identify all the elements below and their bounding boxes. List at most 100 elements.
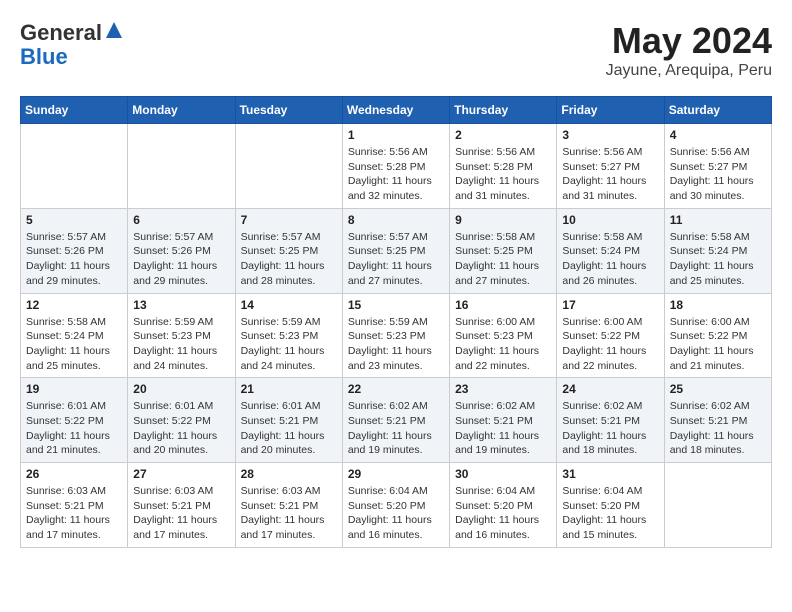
day-number: 19 — [26, 382, 122, 396]
calendar-cell — [664, 463, 771, 548]
calendar-cell: 30 Sunrise: 6:04 AMSunset: 5:20 PMDayligh… — [450, 463, 557, 548]
day-info: Sunrise: 5:57 AMSunset: 5:25 PMDaylight:… — [348, 230, 444, 289]
calendar-cell: 13 Sunrise: 5:59 AMSunset: 5:23 PMDayligh… — [128, 293, 235, 378]
calendar-cell: 5 Sunrise: 5:57 AMSunset: 5:26 PMDaylight… — [21, 208, 128, 293]
calendar-cell: 28Sunrise: 6:03 AMSunset: 5:21 PMDayligh… — [235, 463, 342, 548]
calendar-cell: 18 Sunrise: 6:00 AMSunset: 5:22 PMDayligh… — [664, 293, 771, 378]
calendar-cell — [235, 124, 342, 209]
calendar-cell: 8 Sunrise: 5:57 AMSunset: 5:25 PMDaylight… — [342, 208, 449, 293]
calendar-cell: 15 Sunrise: 5:59 AMSunset: 5:23 PMDayligh… — [342, 293, 449, 378]
day-info: Sunrise: 6:00 AMSunset: 5:22 PMDaylight:… — [562, 315, 658, 374]
day-header-saturday: Saturday — [664, 97, 771, 124]
calendar-cell: 6 Sunrise: 5:57 AMSunset: 5:26 PMDaylight… — [128, 208, 235, 293]
calendar-cell — [128, 124, 235, 209]
day-header-thursday: Thursday — [450, 97, 557, 124]
day-info: Sunrise: 5:58 AMSunset: 5:25 PMDaylight:… — [455, 230, 551, 289]
calendar-cell: 21Sunrise: 6:01 AMSunset: 5:21 PMDayligh… — [235, 378, 342, 463]
calendar-cell: 16 Sunrise: 6:00 AMSunset: 5:23 PMDayligh… — [450, 293, 557, 378]
calendar-cell: 29Sunrise: 6:04 AMSunset: 5:20 PMDayligh… — [342, 463, 449, 548]
day-info: Sunrise: 6:04 AMSunset: 5:20 PMDaylight:… — [455, 484, 551, 543]
day-header-friday: Friday — [557, 97, 664, 124]
day-number: 30 — [455, 467, 551, 481]
day-number: 18 — [670, 298, 766, 312]
day-number: 13 — [133, 298, 229, 312]
day-number: 7 — [241, 213, 337, 227]
day-number: 26 — [26, 467, 122, 481]
day-info: Sunrise: 5:56 AMSunset: 5:27 PMDaylight:… — [670, 145, 766, 204]
week-row-4: 19 Sunrise: 6:01 AMSunset: 5:22 PMDayligh… — [21, 378, 772, 463]
calendar-cell: 25Sunrise: 6:02 AMSunset: 5:21 PMDayligh… — [664, 378, 771, 463]
calendar-table: SundayMondayTuesdayWednesdayThursdayFrid… — [20, 96, 772, 548]
week-row-1: 1 Sunrise: 5:56 AMSunset: 5:28 PMDaylight… — [21, 124, 772, 209]
calendar-cell: 17 Sunrise: 6:00 AMSunset: 5:22 PMDayligh… — [557, 293, 664, 378]
calendar-cell: 31Sunrise: 6:04 AMSunset: 5:20 PMDayligh… — [557, 463, 664, 548]
day-number: 4 — [670, 128, 766, 142]
page-title: May 2024 — [606, 20, 772, 62]
day-number: 23 — [455, 382, 551, 396]
day-header-monday: Monday — [128, 97, 235, 124]
day-number: 14 — [241, 298, 337, 312]
day-number: 1 — [348, 128, 444, 142]
week-row-3: 12 Sunrise: 5:58 AMSunset: 5:24 PMDayligh… — [21, 293, 772, 378]
day-number: 29 — [348, 467, 444, 481]
calendar-cell: 22 Sunrise: 6:02 AMSunset: 5:21 PMDayligh… — [342, 378, 449, 463]
day-info: Sunrise: 5:59 AMSunset: 5:23 PMDaylight:… — [133, 315, 229, 374]
day-number: 24 — [562, 382, 658, 396]
day-number: 28 — [241, 467, 337, 481]
days-of-week-row: SundayMondayTuesdayWednesdayThursdayFrid… — [21, 97, 772, 124]
day-info: Sunrise: 6:00 AMSunset: 5:23 PMDaylight:… — [455, 315, 551, 374]
day-info: Sunrise: 6:02 AMSunset: 5:21 PMDaylight:… — [455, 399, 551, 458]
day-header-wednesday: Wednesday — [342, 97, 449, 124]
calendar-cell: 9 Sunrise: 5:58 AMSunset: 5:25 PMDaylight… — [450, 208, 557, 293]
calendar-header: SundayMondayTuesdayWednesdayThursdayFrid… — [21, 97, 772, 124]
calendar-cell: 2 Sunrise: 5:56 AMSunset: 5:28 PMDaylight… — [450, 124, 557, 209]
day-info: Sunrise: 5:58 AMSunset: 5:24 PMDaylight:… — [26, 315, 122, 374]
day-info: Sunrise: 5:56 AMSunset: 5:27 PMDaylight:… — [562, 145, 658, 204]
day-info: Sunrise: 5:56 AMSunset: 5:28 PMDaylight:… — [455, 145, 551, 204]
day-number: 27 — [133, 467, 229, 481]
day-info: Sunrise: 5:59 AMSunset: 5:23 PMDaylight:… — [348, 315, 444, 374]
day-info: Sunrise: 5:56 AMSunset: 5:28 PMDaylight:… — [348, 145, 444, 204]
day-number: 17 — [562, 298, 658, 312]
day-info: Sunrise: 6:01 AMSunset: 5:22 PMDaylight:… — [133, 399, 229, 458]
day-info: Sunrise: 6:02 AMSunset: 5:21 PMDaylight:… — [348, 399, 444, 458]
day-number: 2 — [455, 128, 551, 142]
calendar-cell: 10 Sunrise: 5:58 AMSunset: 5:24 PMDayligh… — [557, 208, 664, 293]
day-number: 25 — [670, 382, 766, 396]
day-number: 10 — [562, 213, 658, 227]
day-number: 12 — [26, 298, 122, 312]
page-subtitle: Jayune, Arequipa, Peru — [606, 62, 772, 80]
calendar-cell: 26 Sunrise: 6:03 AMSunset: 5:21 PMDayligh… — [21, 463, 128, 548]
day-number: 8 — [348, 213, 444, 227]
logo-general: General — [20, 20, 102, 45]
calendar-cell: 19Sunrise: 6:01 AMSunset: 5:22 PMDayligh… — [21, 378, 128, 463]
day-number: 16 — [455, 298, 551, 312]
logo: General Blue — [20, 20, 124, 69]
day-info: Sunrise: 6:01 AMSunset: 5:21 PMDaylight:… — [241, 399, 337, 458]
day-info: Sunrise: 6:03 AMSunset: 5:21 PMDaylight:… — [26, 484, 122, 543]
day-number: 9 — [455, 213, 551, 227]
calendar-cell: 20Sunrise: 6:01 AMSunset: 5:22 PMDayligh… — [128, 378, 235, 463]
calendar-cell: 1 Sunrise: 5:56 AMSunset: 5:28 PMDaylight… — [342, 124, 449, 209]
calendar-cell: 11 Sunrise: 5:58 AMSunset: 5:24 PMDayligh… — [664, 208, 771, 293]
day-number: 22 — [348, 382, 444, 396]
calendar-cell: 23 Sunrise: 6:02 AMSunset: 5:21 PMDayligh… — [450, 378, 557, 463]
calendar-body: 1 Sunrise: 5:56 AMSunset: 5:28 PMDaylight… — [21, 124, 772, 548]
calendar-cell — [21, 124, 128, 209]
day-info: Sunrise: 5:58 AMSunset: 5:24 PMDaylight:… — [562, 230, 658, 289]
day-number: 6 — [133, 213, 229, 227]
day-info: Sunrise: 6:00 AMSunset: 5:22 PMDaylight:… — [670, 315, 766, 374]
day-number: 31 — [562, 467, 658, 481]
day-info: Sunrise: 5:57 AMSunset: 5:26 PMDaylight:… — [133, 230, 229, 289]
day-info: Sunrise: 5:57 AMSunset: 5:26 PMDaylight:… — [26, 230, 122, 289]
calendar-cell: 3Sunrise: 5:56 AMSunset: 5:27 PMDaylight… — [557, 124, 664, 209]
logo-icon — [104, 20, 124, 40]
day-info: Sunrise: 5:59 AMSunset: 5:23 PMDaylight:… — [241, 315, 337, 374]
day-header-tuesday: Tuesday — [235, 97, 342, 124]
calendar-cell: 14 Sunrise: 5:59 AMSunset: 5:23 PMDayligh… — [235, 293, 342, 378]
day-number: 11 — [670, 213, 766, 227]
day-info: Sunrise: 5:58 AMSunset: 5:24 PMDaylight:… — [670, 230, 766, 289]
day-number: 15 — [348, 298, 444, 312]
calendar-cell: 7Sunrise: 5:57 AMSunset: 5:25 PMDaylight… — [235, 208, 342, 293]
day-number: 5 — [26, 213, 122, 227]
